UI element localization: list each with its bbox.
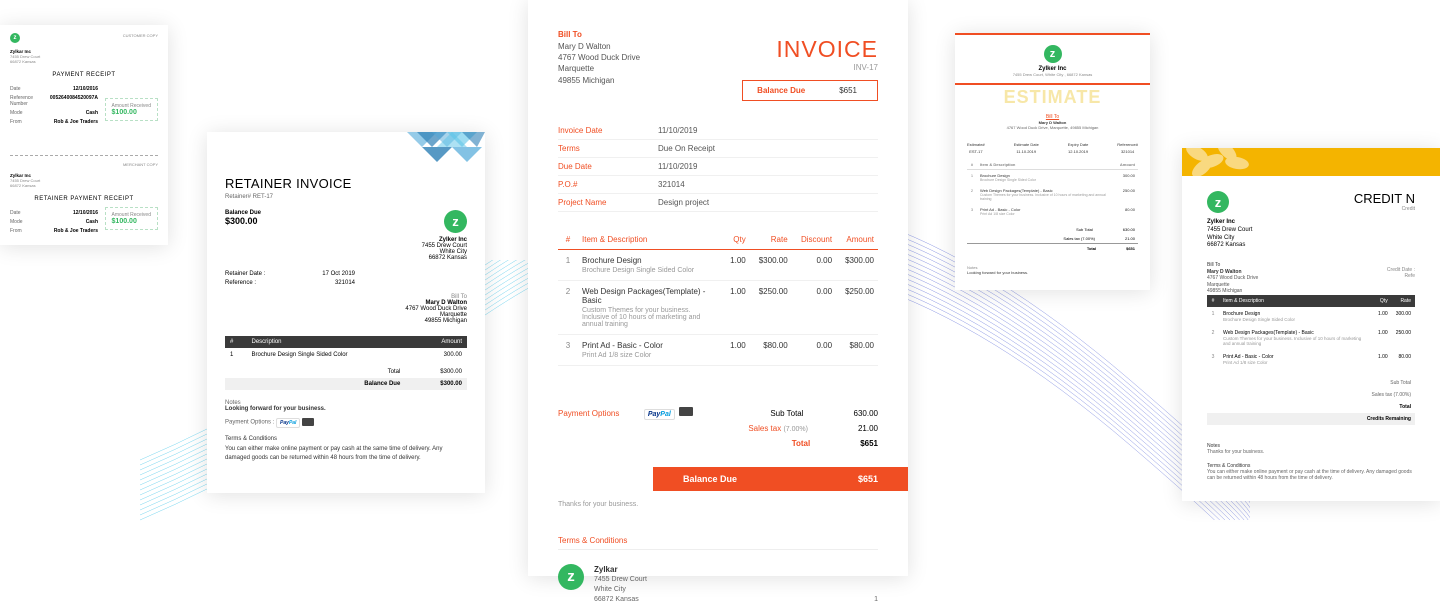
thanks-text: Thanks for your business.: [528, 501, 908, 508]
invoice-meta: Invoice Date11/10/2019 TermsDue On Recei…: [558, 122, 878, 212]
merchant-copy-tag: MERCHANT COPY: [10, 162, 158, 167]
retainer-title: RETAINER INVOICE: [225, 176, 467, 191]
yellow-header-decoration: [1182, 148, 1440, 176]
invoice-number: INV-17: [558, 63, 878, 72]
card-icon: [302, 418, 314, 426]
retainer-invoice-doc: RETAINER INVOICE Retainer# RET-17 Balanc…: [207, 132, 485, 493]
customer-copy-tag: CUSTOMER COPY: [123, 33, 158, 43]
invoice-items-table: #Item & DescriptionQtyRateDiscountAmount…: [558, 230, 878, 366]
logo-icon: z: [558, 564, 584, 590]
paypal-icon: PayPal: [644, 409, 675, 420]
payment-receipt-doc: z CUSTOMER COPY Zylkar Inc 7455 Drew Cou…: [0, 25, 168, 245]
paypal-icon: PayPal: [276, 418, 300, 428]
amount-received-box: Amount Received $100.00: [105, 98, 158, 121]
estimate-title: ESTIMATE: [955, 83, 1150, 108]
payment-options-label: Payment Options: [558, 409, 619, 418]
retainer-items-table: #DescriptionAmount 1Brochure Design Sing…: [225, 336, 467, 362]
credit-items-table: #Item & DescriptionQtyRate 1Brochure Des…: [1207, 295, 1415, 369]
logo-icon: z: [10, 33, 20, 43]
receipt-title: PAYMENT RECEIPT: [10, 72, 158, 78]
credit-note-doc: z CREDIT N Credit Zylker Inc 7455 Drew C…: [1182, 148, 1440, 501]
amount-received-box: Amount Received $100.00: [105, 207, 158, 230]
balance-due-bar: Balance Due $651: [653, 467, 908, 491]
triangle-header-decoration: [207, 132, 485, 170]
card-icon: [679, 407, 693, 416]
table-row: 2Web Design Packages(Template) - BasicCu…: [558, 280, 878, 334]
retainer-receipt-title: RETAINER PAYMENT RECEIPT: [10, 196, 158, 202]
logo-icon: z: [1044, 45, 1062, 63]
terms-conditions-heading: Terms & Conditions: [558, 536, 878, 550]
logo-icon: z: [444, 210, 467, 233]
logo-icon: z: [1207, 191, 1229, 213]
credit-note-title: CREDIT N: [1354, 191, 1415, 206]
table-row: 3Print Ad - Basic - ColorPrint Ad 1/8 si…: [558, 334, 878, 365]
estimate-doc: z Zylker Inc 7455 Drew Court, White City…: [955, 33, 1150, 290]
retainer-number: Retainer# RET-17: [225, 194, 467, 200]
balance-due-box: Balance Due $651: [742, 80, 878, 101]
invoice-doc: Bill To Mary D Walton 4767 Wood Duck Dri…: [528, 0, 908, 576]
page-number: 1: [528, 596, 908, 603]
table-row: 1Brochure DesignBrochure Design Single S…: [558, 249, 878, 280]
estimate-items-table: #Item & DescriptionAmount 1Brochure Desi…: [967, 160, 1138, 219]
